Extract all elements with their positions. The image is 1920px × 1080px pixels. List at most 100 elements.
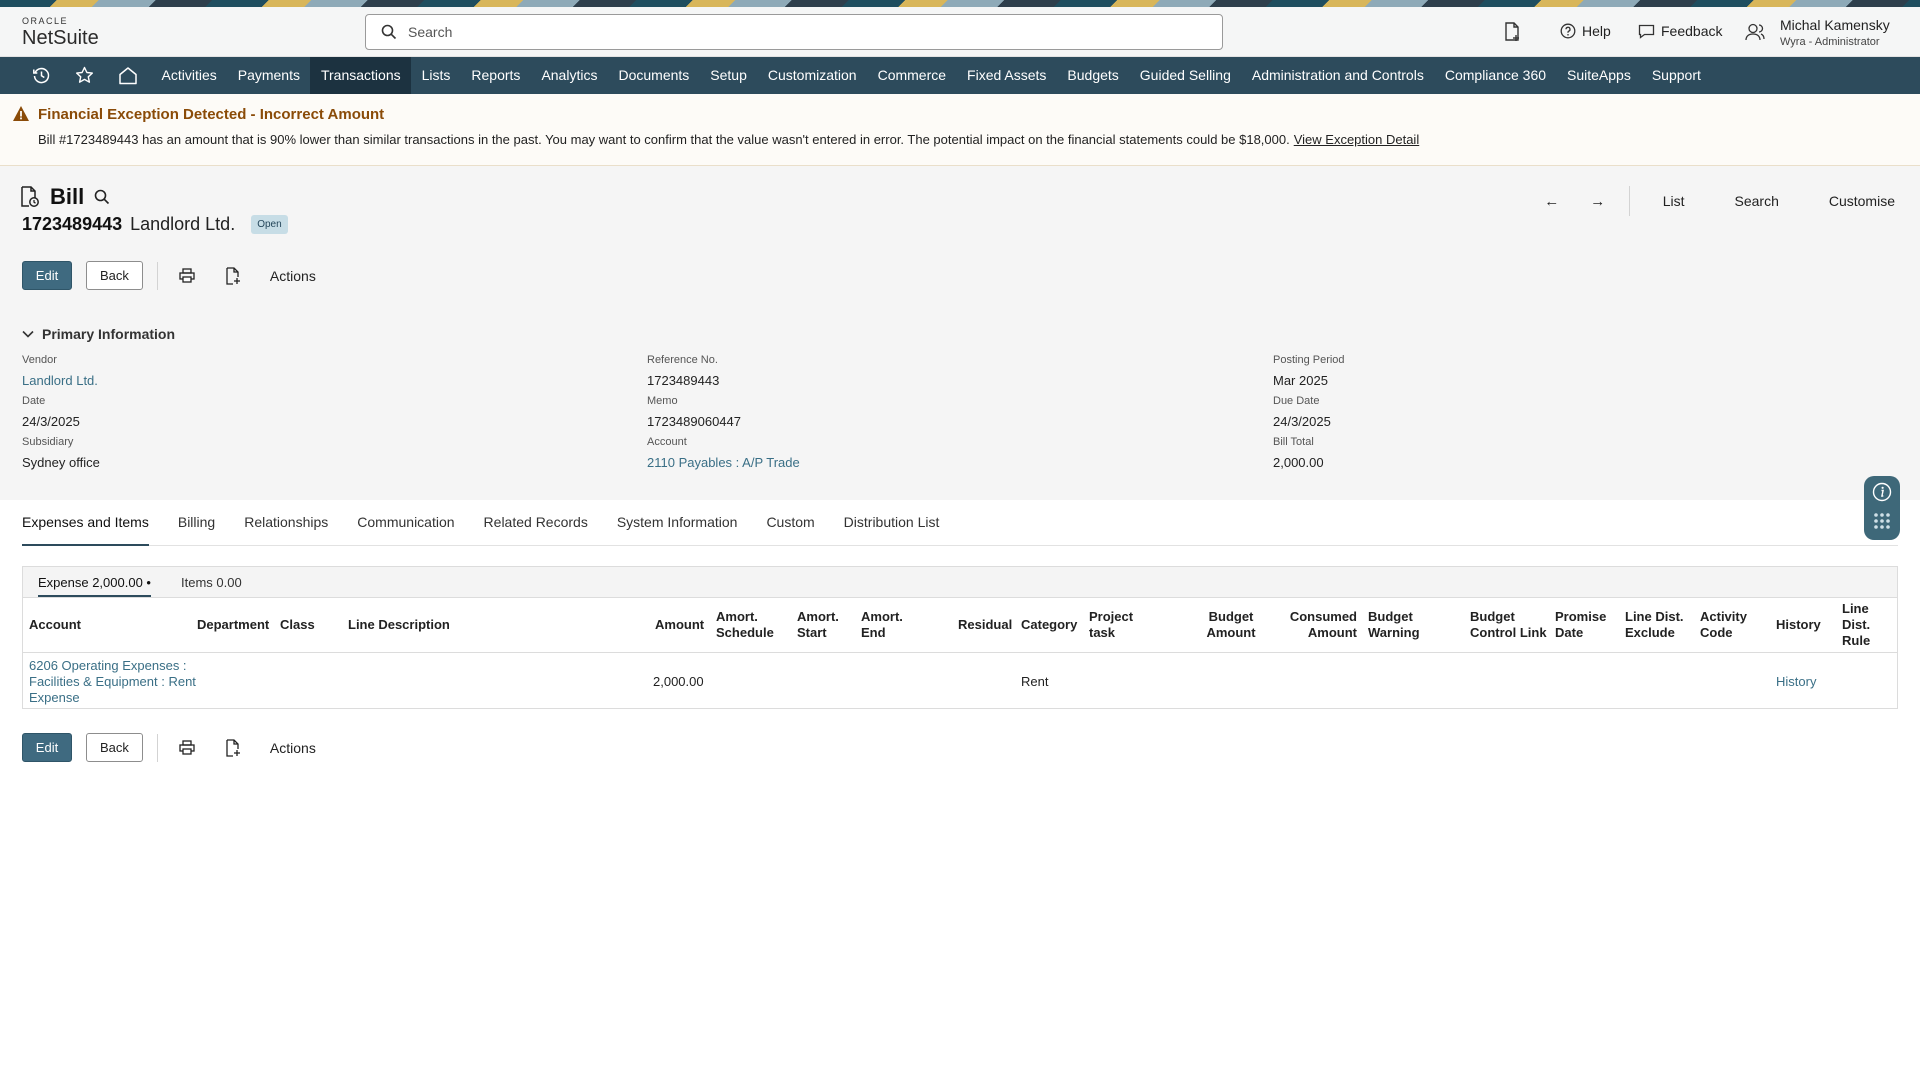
chevron-down-icon [22,330,34,338]
field-value-vendor[interactable]: Landlord Ltd. [22,373,622,388]
edit-button-bottom[interactable]: Edit [22,733,72,762]
tab-items[interactable]: Items 0.00 [181,567,242,598]
magnifier-icon[interactable] [94,189,110,205]
help-icon [1560,23,1576,39]
back-button-bottom[interactable]: Back [86,733,143,762]
previous-record-button[interactable]: ← [1529,193,1575,210]
col-activity-code[interactable]: Activity Code [1700,609,1756,641]
col-account[interactable]: Account [29,617,81,633]
field-value-account[interactable]: 2110 Payables : A/P Trade [647,455,1247,470]
field-subsidiary: Subsidiary Sydney office [22,436,622,477]
user-icon[interactable] [1745,23,1765,41]
feedback-link[interactable]: Feedback [1638,23,1722,39]
feedback-icon [1638,24,1655,39]
nav-item-commerce[interactable]: Commerce [867,57,956,94]
nav-item-setup[interactable]: Setup [700,57,758,94]
recent-records-button[interactable] [20,57,63,94]
feedback-label: Feedback [1661,23,1723,39]
tab-custom[interactable]: Custom [766,512,814,546]
toolbar-divider [156,733,158,762]
nav-item-support[interactable]: Support [1641,57,1711,94]
customise-link[interactable]: Customise [1804,193,1920,209]
tab-communication[interactable]: Communication [357,512,454,546]
nav-item-administration-and-controls[interactable]: Administration and Controls [1241,57,1434,94]
nav-item-documents[interactable]: Documents [608,57,700,94]
actions-menu-bottom[interactable]: Actions [270,740,316,756]
nav-item-payments[interactable]: Payments [227,57,310,94]
row-account-link[interactable]: 6206 Operating Expenses : Facilities & E… [29,658,209,706]
print-button-bottom[interactable] [172,733,202,762]
info-icon [1872,482,1892,502]
print-button[interactable] [172,261,202,290]
tab-related-records[interactable]: Related Records [484,512,588,546]
col-line-dist-rule[interactable]: Line Dist. Rule [1842,601,1886,649]
tab-system-information[interactable]: System Information [617,512,738,546]
new-document-icon[interactable] [1503,22,1521,42]
nav-item-guided-selling[interactable]: Guided Selling [1129,57,1241,94]
nav-item-customization[interactable]: Customization [757,57,867,94]
col-residual[interactable]: Residual [958,617,1012,633]
edit-button[interactable]: Edit [22,261,72,290]
toolbar-divider [156,261,158,290]
global-search[interactable] [365,14,1223,50]
row-history-link[interactable]: History [1776,674,1816,690]
tab-relationships[interactable]: Relationships [244,512,328,546]
expense-grid-header: Account Department Class Line Descriptio… [23,598,1897,653]
col-amort-end[interactable]: Amort. End [861,609,907,641]
tab-expenses-and-items[interactable]: Expenses and Items [22,512,149,546]
main-navigation: Activities Payments Transactions Lists Repor… [0,57,1920,94]
nav-item-analytics[interactable]: Analytics [531,57,608,94]
field-posting-period: Posting Period Mar 2025 [1273,354,1873,395]
home-button[interactable] [106,57,149,94]
nav-item-activities[interactable]: Activities [151,57,227,94]
favorites-button[interactable] [63,57,106,94]
tab-billing[interactable]: Billing [178,512,215,546]
nav-item-reports[interactable]: Reports [461,57,531,94]
field-label: Reference No. [647,354,718,366]
col-class[interactable]: Class [280,617,315,633]
row-category: Rent [1021,674,1049,689]
warning-icon [13,106,29,121]
col-project-task[interactable]: Project task [1089,609,1139,641]
search-link[interactable]: Search [1710,193,1804,209]
decorative-top-band [0,0,1920,7]
col-budget-amount[interactable]: Budget Amount [1201,609,1261,641]
field-label: Due Date [1273,395,1320,407]
next-record-button[interactable]: → [1575,193,1621,210]
make-copy-button-bottom[interactable] [218,733,248,762]
view-exception-detail-link[interactable]: View Exception Detail [1294,132,1420,147]
col-amort-schedule[interactable]: Amort. Schedule [716,609,776,641]
col-budget-warning[interactable]: Budget Warning [1368,609,1428,641]
col-budget-control-link[interactable]: Budget Control Link [1470,609,1550,641]
field-vendor: Vendor Landlord Ltd. [22,354,622,395]
col-amort-start[interactable]: Amort. Start [797,609,843,641]
actions-menu[interactable]: Actions [270,268,316,284]
col-category[interactable]: Category [1021,617,1077,633]
list-link[interactable]: List [1638,193,1710,209]
nav-item-suiteapps[interactable]: SuiteApps [1557,57,1642,94]
help-label: Help [1582,23,1611,39]
nav-item-budgets[interactable]: Budgets [1057,57,1129,94]
back-button[interactable]: Back [86,261,143,290]
netsuite-logo[interactable]: ORACLE NetSuite [22,17,99,49]
tab-expense[interactable]: Expense 2,000.00 • [38,567,151,598]
col-amount[interactable]: Amount [655,617,704,633]
nav-item-transactions[interactable]: Transactions [310,57,412,94]
col-consumed-amount[interactable]: Consumed Amount [1289,609,1357,641]
col-line-dist-exclude[interactable]: Line Dist. Exclude [1625,609,1687,641]
nav-item-lists[interactable]: Lists [411,57,461,94]
tab-distribution-list[interactable]: Distribution List [844,512,940,546]
col-department[interactable]: Department [197,617,269,633]
field-label: Vendor [22,354,57,366]
nav-item-compliance-360[interactable]: Compliance 360 [1434,57,1556,94]
primary-information-toggle[interactable]: Primary Information [22,326,175,342]
search-input[interactable] [408,21,1188,43]
help-link[interactable]: Help [1560,23,1611,39]
user-menu[interactable]: Michal Kamensky Wyra - Administrator [1780,17,1920,49]
col-line-description[interactable]: Line Description [348,617,450,633]
nav-item-fixed-assets[interactable]: Fixed Assets [957,57,1057,94]
table-row[interactable]: 6206 Operating Expenses : Facilities & E… [23,653,1897,708]
col-history[interactable]: History [1776,617,1821,633]
col-promise-date[interactable]: Promise Date [1555,609,1613,641]
make-copy-button[interactable] [218,261,248,290]
